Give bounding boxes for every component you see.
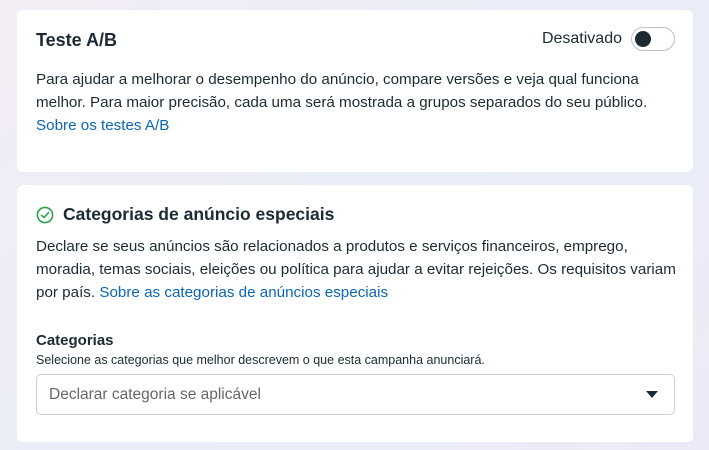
- ab-test-description-text: Para ajudar a melhorar o desempenho do a…: [36, 71, 648, 111]
- special-categories-title: Categorias de anúncio especiais: [63, 204, 335, 224]
- toggle-label: Desativado: [541, 30, 622, 47]
- categories-field-help: Selecione as categorias que melhor descr…: [36, 353, 485, 367]
- categories-select-placeholder: Declarar categoria se aplicável: [49, 385, 261, 403]
- ab-test-toggle[interactable]: [631, 27, 675, 51]
- ab-test-description: Para ajudar a melhorar o desempenho do a…: [36, 68, 676, 137]
- check-circle-icon: [36, 206, 54, 223]
- ab-test-learn-more-link[interactable]: Sobre os testes A/B: [36, 117, 169, 134]
- special-categories-header: Categorias de anúncio especiais: [36, 204, 334, 225]
- ab-test-toggle-row: Desativado: [542, 27, 675, 51]
- special-categories-learn-more-link[interactable]: Sobre as categorias de anúncios especiai…: [99, 284, 388, 301]
- categories-field-label: Categorias: [36, 332, 114, 349]
- ab-test-card: Teste A/B Desativado Para ajudar a melho…: [17, 10, 693, 172]
- special-categories-card: Categorias de anúncio especiais Declare …: [17, 185, 693, 442]
- categories-select[interactable]: Declarar categoria se aplicável: [36, 374, 675, 415]
- chevron-down-icon: [646, 391, 658, 398]
- special-categories-description: Declare se seus anúncios são relacionado…: [36, 235, 681, 304]
- toggle-knob: [635, 31, 651, 47]
- ab-test-title: Teste A/B: [36, 30, 118, 50]
